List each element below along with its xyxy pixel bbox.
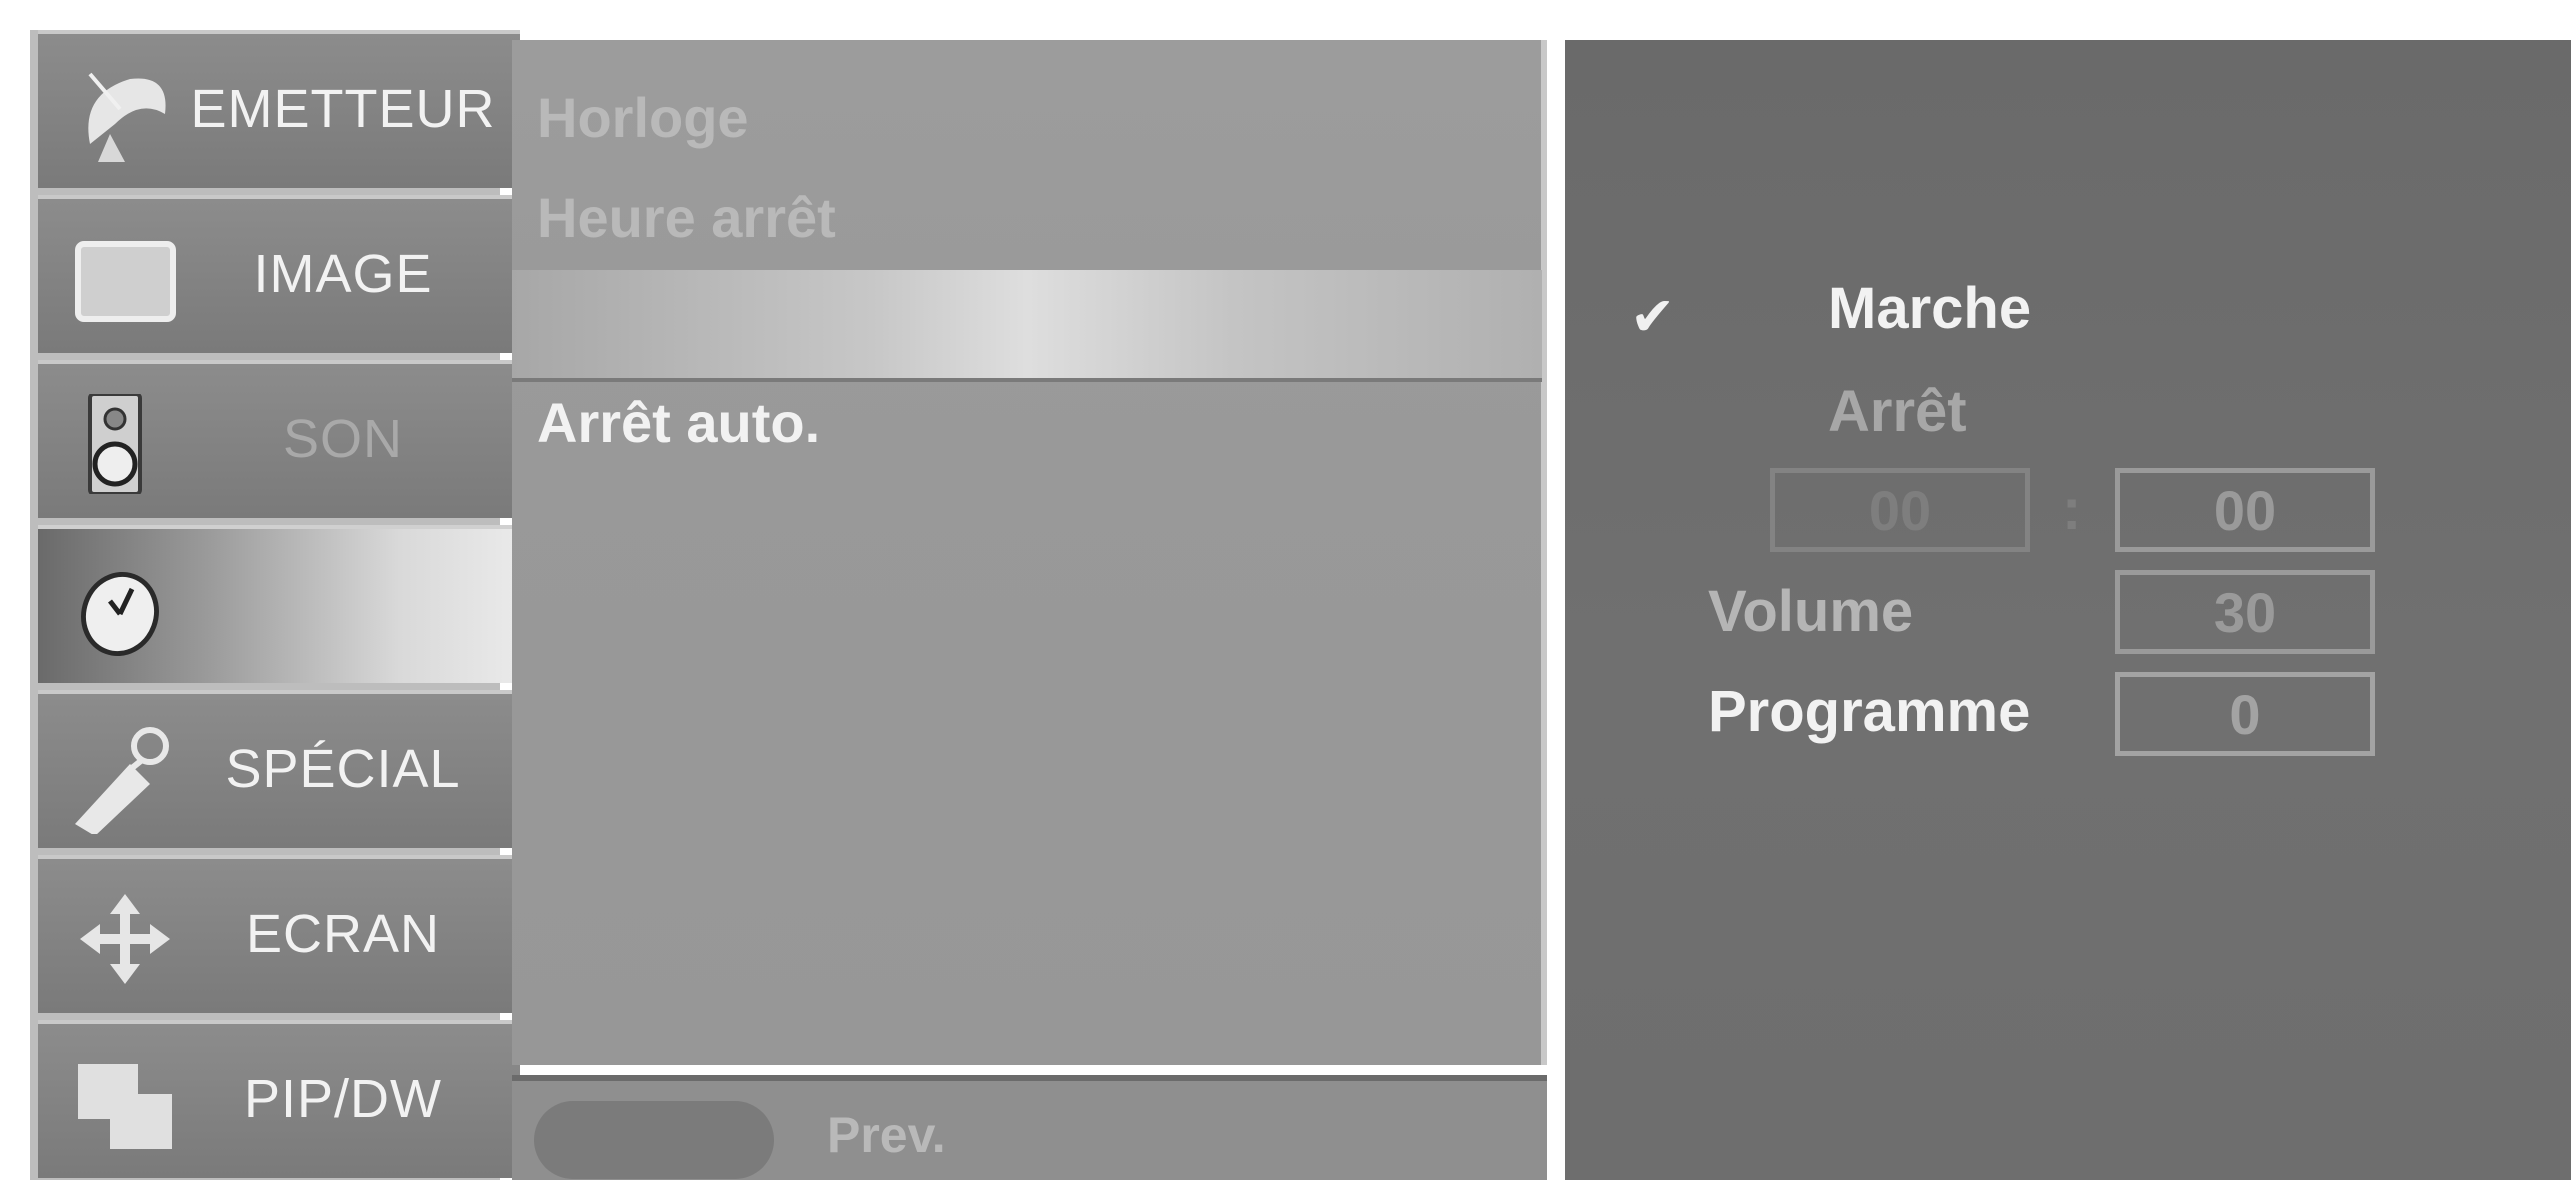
speaker-icon (70, 392, 180, 496)
clock-icon (70, 559, 180, 659)
hour-field[interactable]: 00 (1770, 468, 2030, 552)
satellite-dish-icon (70, 64, 180, 164)
menu-item-horloge[interactable]: Horloge (537, 85, 749, 150)
volume-label: Volume (1708, 579, 1914, 644)
category-label: SON (282, 409, 404, 469)
move-arrows-icon (70, 889, 180, 989)
pip-windows-icon (70, 1054, 180, 1154)
category-image[interactable]: IMAGE (38, 195, 520, 353)
prev-label: Prev. (827, 1107, 946, 1163)
category-label: SPÉCIAL (225, 739, 461, 799)
programme-label: Programme (1708, 679, 2031, 744)
programme-field[interactable]: 0 (2115, 672, 2375, 756)
category-special[interactable]: SPÉCIAL (38, 690, 520, 848)
category-pip-dw[interactable]: PIP/DW (38, 1020, 520, 1178)
menu-highlight-bar[interactable] (512, 270, 1542, 382)
prev-button[interactable] (534, 1101, 774, 1179)
tag-icon (70, 724, 180, 836)
menu-item-arret-auto[interactable]: Arrêt auto. (537, 390, 820, 455)
category-label: EMETTEUR (190, 79, 496, 139)
tv-osd-menu: EMETTEUR IMAGE SON SPÉCIAL ECRAN PIP/DW … (0, 0, 2571, 1180)
check-icon: ✔ (1630, 287, 1676, 347)
category-son[interactable]: SON (38, 360, 520, 518)
category-heure[interactable] (38, 525, 520, 683)
category-sidebar: EMETTEUR IMAGE SON SPÉCIAL ECRAN PIP/DW (30, 30, 520, 1180)
tv-screen-icon (70, 229, 180, 329)
footer-bar: Prev. (512, 1075, 1547, 1180)
category-emetteur[interactable]: EMETTEUR (38, 30, 520, 188)
time-submenu: Horloge Heure arrêt Arrêt auto. (512, 40, 1547, 1065)
volume-field[interactable]: 30 (2115, 570, 2375, 654)
category-label: ECRAN (245, 904, 441, 964)
menu-item-heure-arret[interactable]: Heure arrêt (537, 185, 836, 250)
time-separator: : (2062, 477, 2082, 542)
category-ecran[interactable]: ECRAN (38, 855, 520, 1013)
option-marche[interactable]: Marche (1828, 275, 2031, 342)
minute-field[interactable]: 00 (2115, 468, 2375, 552)
category-label (188, 529, 498, 679)
category-label: PIP/DW (243, 1069, 442, 1129)
option-arret[interactable]: Arrêt (1828, 378, 1967, 445)
category-label: IMAGE (253, 244, 433, 304)
